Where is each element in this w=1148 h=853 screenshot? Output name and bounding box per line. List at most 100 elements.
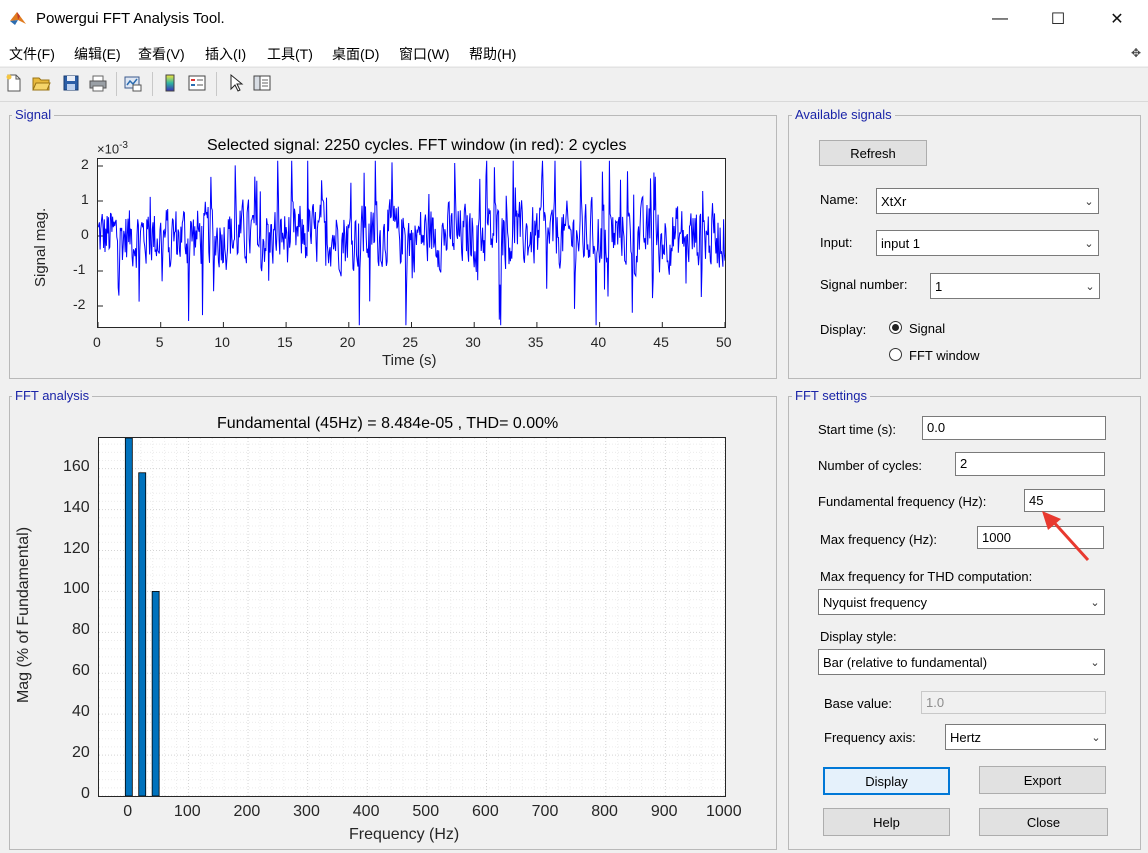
fft-xtick-label: 400 bbox=[352, 803, 380, 820]
name-select[interactable]: XtXr ⌄ bbox=[876, 188, 1099, 214]
fft-ytick-label: 100 bbox=[63, 580, 90, 598]
menu-help[interactable]: 帮助(H) bbox=[469, 44, 516, 64]
signal-axes[interactable] bbox=[97, 158, 726, 328]
legend-icon[interactable] bbox=[187, 73, 207, 93]
maximize-icon: ☐ bbox=[1050, 11, 1066, 28]
start-time-label: Start time (s): bbox=[818, 422, 897, 437]
matlab-icon bbox=[10, 12, 26, 25]
menu-insert[interactable]: 插入(I) bbox=[205, 44, 246, 64]
fft-axes[interactable] bbox=[98, 437, 726, 797]
signal-xtick-label: 5 bbox=[155, 334, 164, 350]
signal-ytick-label: -2 bbox=[73, 296, 86, 312]
chevron-down-icon: ⌄ bbox=[1090, 656, 1100, 669]
export-button[interactable]: Export bbox=[979, 766, 1106, 794]
new-file-icon[interactable] bbox=[4, 73, 24, 93]
toolbar-separator bbox=[152, 72, 153, 96]
signal-number-select[interactable]: 1 ⌄ bbox=[930, 273, 1100, 299]
base-value-field: 1.0 bbox=[921, 691, 1106, 714]
display-button[interactable]: Display bbox=[823, 767, 950, 795]
display-style-select[interactable]: Bar (relative to fundamental) ⌄ bbox=[818, 649, 1105, 675]
menu-window[interactable]: 窗口(W) bbox=[399, 44, 450, 64]
signal-xtick-label: 45 bbox=[653, 334, 669, 350]
display-style-label: Display style: bbox=[820, 629, 897, 644]
fft-ytick-label: 120 bbox=[63, 539, 90, 557]
minimize-icon: — bbox=[992, 10, 1008, 27]
pointer-icon[interactable] bbox=[226, 73, 246, 93]
signal-xtick-label: 0 bbox=[93, 334, 101, 350]
link-plot-icon[interactable] bbox=[123, 73, 143, 93]
colorbar-icon[interactable] bbox=[160, 73, 180, 93]
menu-edit[interactable]: 编辑(E) bbox=[74, 44, 121, 64]
freq-axis-value: Hertz bbox=[950, 730, 982, 745]
name-value: XtXr bbox=[881, 194, 907, 209]
minimize-button[interactable]: — bbox=[977, 0, 1023, 38]
menu-tools[interactable]: 工具(T) bbox=[267, 44, 313, 64]
freq-axis-select[interactable]: Hertz ⌄ bbox=[945, 724, 1106, 750]
fft-ytick-label: 60 bbox=[72, 662, 90, 680]
fft-ytick-label: 40 bbox=[72, 703, 90, 721]
fft-xtick-label: 600 bbox=[472, 803, 499, 820]
freq-axis-label: Frequency axis: bbox=[824, 730, 916, 745]
menu-desktop[interactable]: 桌面(D) bbox=[332, 44, 379, 64]
signal-waveform bbox=[98, 160, 725, 327]
start-time-field[interactable]: 0.0 bbox=[922, 416, 1106, 440]
menu-file[interactable]: 文件(F) bbox=[9, 44, 55, 64]
fft-bar bbox=[124, 438, 133, 796]
help-button[interactable]: Help bbox=[823, 808, 950, 836]
toolbar-separator bbox=[116, 72, 117, 96]
radio-fft-window-label[interactable]: FFT window bbox=[909, 348, 980, 363]
cycles-label: Number of cycles: bbox=[818, 458, 923, 473]
property-inspector-icon[interactable] bbox=[252, 73, 272, 93]
print-icon[interactable] bbox=[88, 73, 108, 93]
radio-signal-label[interactable]: Signal bbox=[909, 321, 945, 336]
signal-ytick-label: 0 bbox=[81, 226, 89, 242]
chevron-down-icon: ⌄ bbox=[1085, 280, 1095, 293]
close-button[interactable]: Close bbox=[979, 808, 1108, 836]
chevron-down-icon: ⌄ bbox=[1091, 731, 1101, 744]
max-freq-label: Max frequency (Hz): bbox=[820, 532, 938, 547]
radio-fft-window[interactable] bbox=[889, 348, 902, 361]
fft-xtick-label: 1000 bbox=[706, 803, 742, 820]
fft-xtick-label: 900 bbox=[650, 803, 678, 820]
signal-xtick-label: 25 bbox=[402, 334, 419, 350]
signal-number-value: 1 bbox=[935, 279, 943, 294]
thd-select[interactable]: Nyquist frequency ⌄ bbox=[818, 589, 1105, 615]
input-select[interactable]: input 1 ⌄ bbox=[876, 230, 1099, 256]
signal-xtick-label: 30 bbox=[465, 334, 481, 350]
fft-xtick-label: 300 bbox=[293, 803, 320, 820]
fft-ytick-label: 0 bbox=[81, 785, 90, 802]
cycles-field[interactable]: 2 bbox=[955, 452, 1105, 476]
save-icon[interactable] bbox=[61, 73, 81, 93]
signal-y-exponent: ×10-3 bbox=[97, 140, 128, 157]
signal-xtick-label: 10 bbox=[214, 334, 230, 350]
chevron-down-icon: ⌄ bbox=[1090, 596, 1100, 609]
chevron-down-icon: ⌄ bbox=[1084, 237, 1094, 250]
fft-xtick-label: 200 bbox=[233, 803, 261, 820]
radio-signal[interactable] bbox=[889, 321, 902, 334]
fft-bar bbox=[138, 472, 147, 796]
refresh-button[interactable]: Refresh bbox=[819, 140, 927, 166]
close-window-button[interactable]: ✕ bbox=[1094, 0, 1140, 38]
maximize-button[interactable]: ☐ bbox=[1035, 0, 1081, 38]
pin-icon[interactable]: ✥ bbox=[1131, 46, 1141, 60]
signal-ytick-label: 1 bbox=[81, 191, 89, 207]
thd-label: Max frequency for THD computation: bbox=[820, 569, 1033, 584]
fft-plot-title: Fundamental (45Hz) = 8.484e-05 , THD= 0.… bbox=[217, 415, 559, 432]
fft-xtick-label: 800 bbox=[591, 803, 618, 820]
available-signals-title: Available signals bbox=[792, 107, 895, 122]
close-icon: ✕ bbox=[1110, 11, 1124, 28]
fft-xtick-label: 700 bbox=[531, 803, 559, 820]
thd-value: Nyquist frequency bbox=[823, 595, 928, 610]
signal-xtick-label: 15 bbox=[277, 334, 293, 350]
signal-xlabel: Time (s) bbox=[382, 352, 437, 369]
signal-number-label: Signal number: bbox=[820, 277, 908, 292]
fft-xtick-label: 500 bbox=[412, 803, 440, 820]
menu-view[interactable]: 查看(V) bbox=[138, 44, 185, 64]
input-value: input 1 bbox=[881, 236, 921, 251]
open-folder-icon[interactable] bbox=[31, 73, 51, 93]
fft-ytick-label: 80 bbox=[72, 621, 90, 639]
signal-ytick-label: -1 bbox=[73, 261, 86, 277]
fund-freq-label: Fundamental frequency (Hz): bbox=[818, 494, 987, 509]
signal-xtick-label: 40 bbox=[590, 334, 607, 350]
fft-bar bbox=[151, 591, 160, 796]
